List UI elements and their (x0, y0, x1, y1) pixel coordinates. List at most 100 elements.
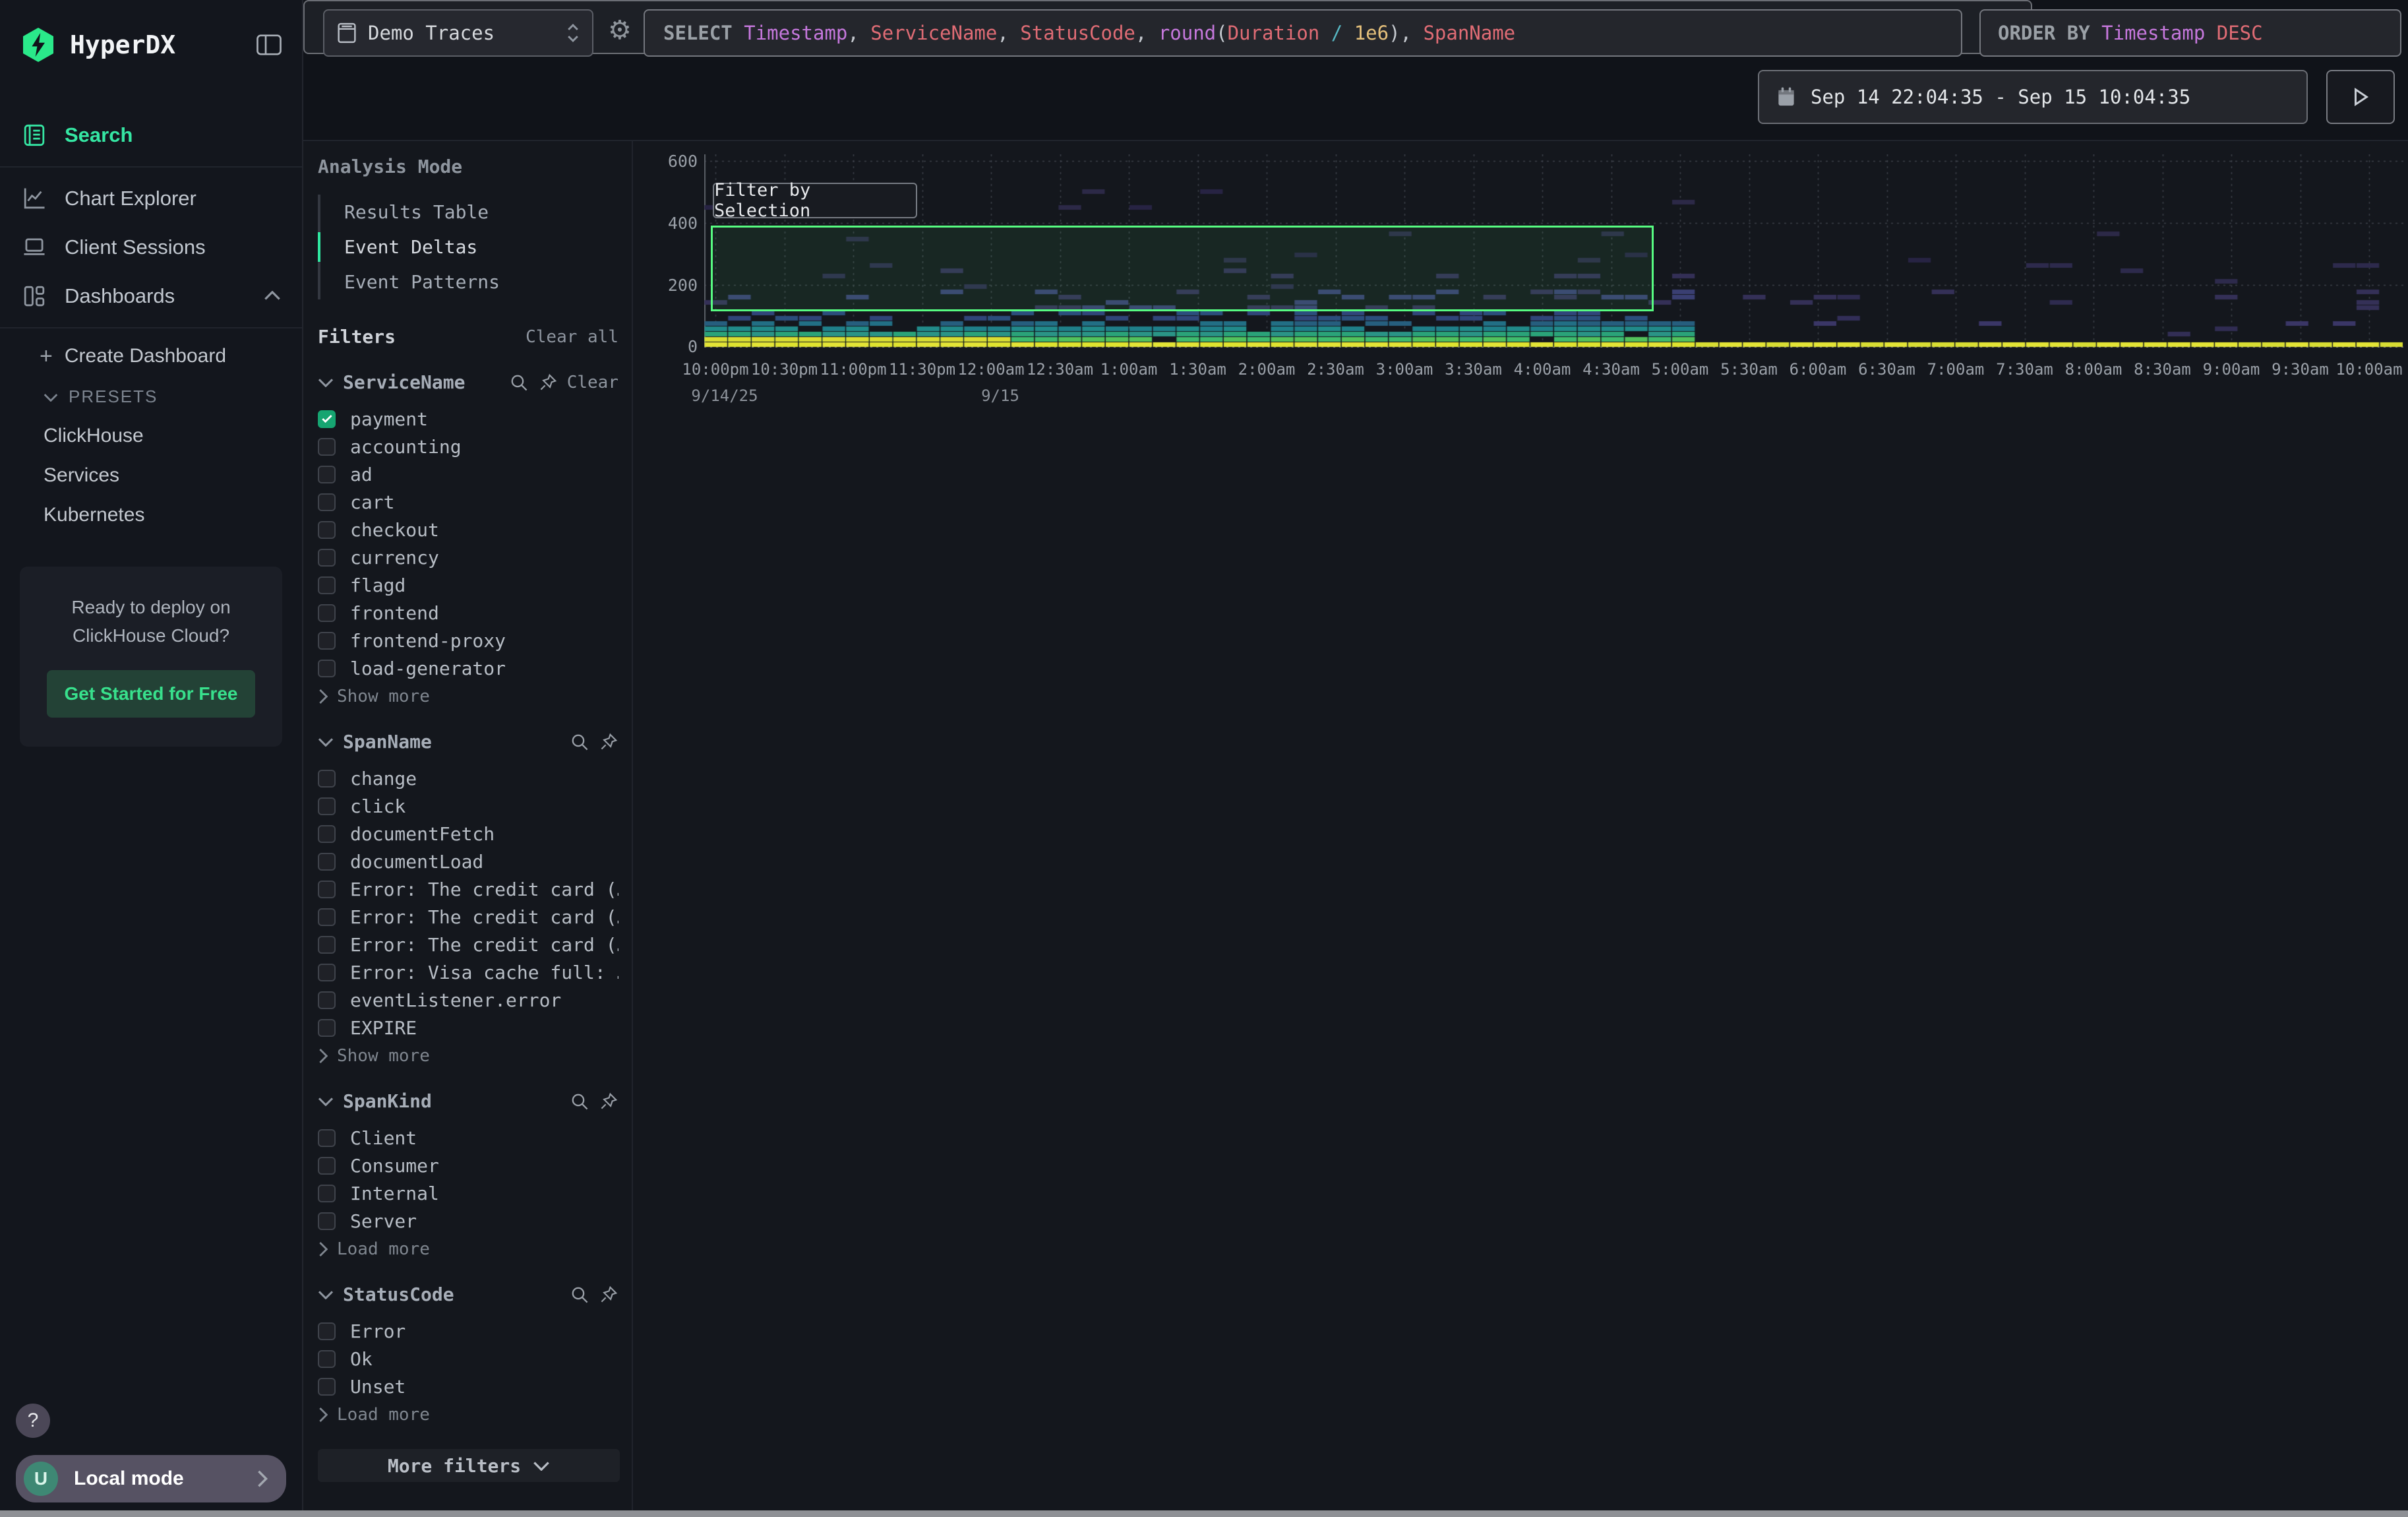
filter-group-header[interactable]: SpanName (318, 731, 618, 753)
promo-text-line2: ClickHouse Cloud? (36, 621, 266, 650)
checkbox-unchecked[interactable] (318, 521, 336, 539)
filter-option[interactable]: Unset (318, 1373, 618, 1400)
sidebar-item-chart-explorer[interactable]: Chart Explorer (0, 174, 302, 223)
checkbox-unchecked[interactable] (318, 936, 336, 954)
filter-option[interactable]: ad (318, 460, 618, 488)
pin-icon[interactable] (599, 732, 618, 752)
x-tick-label: 1:30am (1169, 360, 1226, 379)
clear-all-link[interactable]: Clear all (526, 327, 618, 347)
checkbox-unchecked[interactable] (318, 770, 336, 788)
search-icon[interactable] (509, 373, 529, 392)
filter-option[interactable]: Server (318, 1207, 618, 1235)
filter-option-label: Unset (350, 1376, 406, 1398)
filter-group-header[interactable]: SpanKind (318, 1090, 618, 1112)
clear-link[interactable]: Clear (567, 373, 618, 392)
filter-option[interactable]: click (318, 792, 618, 820)
content-area: Analysis Mode Results TableEvent DeltasE… (303, 140, 2408, 1510)
checkbox-unchecked[interactable] (318, 853, 336, 871)
filter-option[interactable]: EXPIRE (318, 1014, 618, 1041)
checkbox-unchecked[interactable] (318, 1129, 336, 1147)
more-filters-button[interactable]: More filters (318, 1449, 620, 1482)
filter-option[interactable]: accounting (318, 433, 618, 460)
search-icon[interactable] (570, 732, 589, 752)
create-dashboard-button[interactable]: + Create Dashboard (0, 335, 302, 377)
sidebar-item-dashboards[interactable]: Dashboards (0, 272, 302, 321)
checkbox-unchecked[interactable] (318, 632, 336, 650)
presets-toggle[interactable]: PRESETS (0, 377, 302, 416)
run-query-button[interactable] (2326, 70, 2395, 124)
collapse-sidebar-icon[interactable] (256, 34, 282, 56)
checkbox-unchecked[interactable] (318, 964, 336, 981)
horizontal-scrollbar[interactable] (0, 1510, 2408, 1517)
filter-option[interactable]: eventListener.error (318, 986, 618, 1014)
filter-option[interactable]: frontend-proxy (318, 627, 618, 654)
filter-option[interactable]: cart (318, 488, 618, 516)
checkbox-unchecked[interactable] (318, 549, 336, 567)
filter-group-header[interactable]: StatusCode (318, 1284, 618, 1305)
preset-item-clickhouse[interactable]: ClickHouse (0, 416, 302, 456)
y-tick-label: 400 (661, 214, 698, 233)
show-more-link[interactable]: Load more (318, 1400, 618, 1429)
search-icon[interactable] (570, 1285, 589, 1305)
filter-option-label: frontend-proxy (350, 630, 506, 652)
filter-option[interactable]: Client (318, 1124, 618, 1152)
get-started-button[interactable]: Get Started for Free (47, 670, 255, 718)
checkbox-unchecked[interactable] (318, 493, 336, 511)
checkbox-unchecked[interactable] (318, 991, 336, 1009)
checkbox-unchecked[interactable] (318, 1157, 336, 1175)
show-more-link[interactable]: Load more (318, 1235, 618, 1264)
show-more-link[interactable]: Show more (318, 682, 618, 711)
pin-icon[interactable] (599, 1285, 618, 1305)
checkbox-unchecked[interactable] (318, 438, 336, 456)
analysis-option-event-patterns[interactable]: Event Patterns (320, 264, 618, 299)
time-range-picker[interactable]: Sep 14 22:04:35 - Sep 15 10:04:35 (1758, 70, 2308, 124)
pin-icon[interactable] (599, 1092, 618, 1111)
checkbox-unchecked[interactable] (318, 797, 336, 815)
checkbox-unchecked[interactable] (318, 576, 336, 594)
filter-option[interactable]: load-generator (318, 654, 618, 682)
filter-option[interactable]: Internal (318, 1179, 618, 1207)
help-button[interactable]: ? (16, 1404, 50, 1438)
checkbox-unchecked[interactable] (318, 604, 336, 622)
filter-option[interactable]: change (318, 764, 618, 792)
preset-item-kubernetes[interactable]: Kubernetes (0, 495, 302, 535)
analysis-option-results-table[interactable]: Results Table (320, 195, 618, 230)
show-more-link[interactable]: Show more (318, 1041, 618, 1070)
filter-option[interactable]: documentFetch (318, 820, 618, 848)
preset-item-services[interactable]: Services (0, 456, 302, 495)
filter-option[interactable]: checkout (318, 516, 618, 543)
sidebar-item-search[interactable]: Search (0, 111, 302, 160)
filter-option[interactable]: documentLoad (318, 848, 618, 875)
account-menu[interactable]: U Local mode (16, 1455, 286, 1502)
checkbox-unchecked[interactable] (318, 1322, 336, 1340)
checkbox-unchecked[interactable] (318, 466, 336, 483)
checkbox-checked[interactable] (318, 410, 336, 428)
analysis-option-event-deltas[interactable]: Event Deltas (320, 230, 618, 264)
checkbox-unchecked[interactable] (318, 908, 336, 926)
filter-group-header[interactable]: ServiceNameClear (318, 371, 618, 393)
filter-option[interactable]: Ok (318, 1345, 618, 1373)
checkbox-unchecked[interactable] (318, 1378, 336, 1396)
time-selection-box[interactable] (711, 226, 1654, 311)
filter-option[interactable]: Error: Visa cache full: … (318, 958, 618, 986)
filter-option[interactable]: Consumer (318, 1152, 618, 1179)
sidebar-item-client-sessions[interactable]: Client Sessions (0, 223, 302, 272)
checkbox-unchecked[interactable] (318, 881, 336, 898)
filter-option[interactable]: currency (318, 543, 618, 571)
filter-option[interactable]: frontend (318, 599, 618, 627)
filter-option[interactable]: Error (318, 1317, 618, 1345)
filter-by-selection-button[interactable]: Filter by Selection (713, 183, 917, 218)
filter-option[interactable]: Error: The credit card (… (318, 931, 618, 958)
checkbox-unchecked[interactable] (318, 1019, 336, 1037)
filter-option[interactable]: flagd (318, 571, 618, 599)
checkbox-unchecked[interactable] (318, 660, 336, 677)
search-icon[interactable] (570, 1092, 589, 1111)
filter-option[interactable]: payment (318, 405, 618, 433)
filter-option[interactable]: Error: The credit card (… (318, 903, 618, 931)
pin-icon[interactable] (538, 373, 558, 392)
checkbox-unchecked[interactable] (318, 1350, 336, 1368)
checkbox-unchecked[interactable] (318, 1185, 336, 1202)
checkbox-unchecked[interactable] (318, 825, 336, 843)
filter-option[interactable]: Error: The credit card (… (318, 875, 618, 903)
checkbox-unchecked[interactable] (318, 1212, 336, 1230)
